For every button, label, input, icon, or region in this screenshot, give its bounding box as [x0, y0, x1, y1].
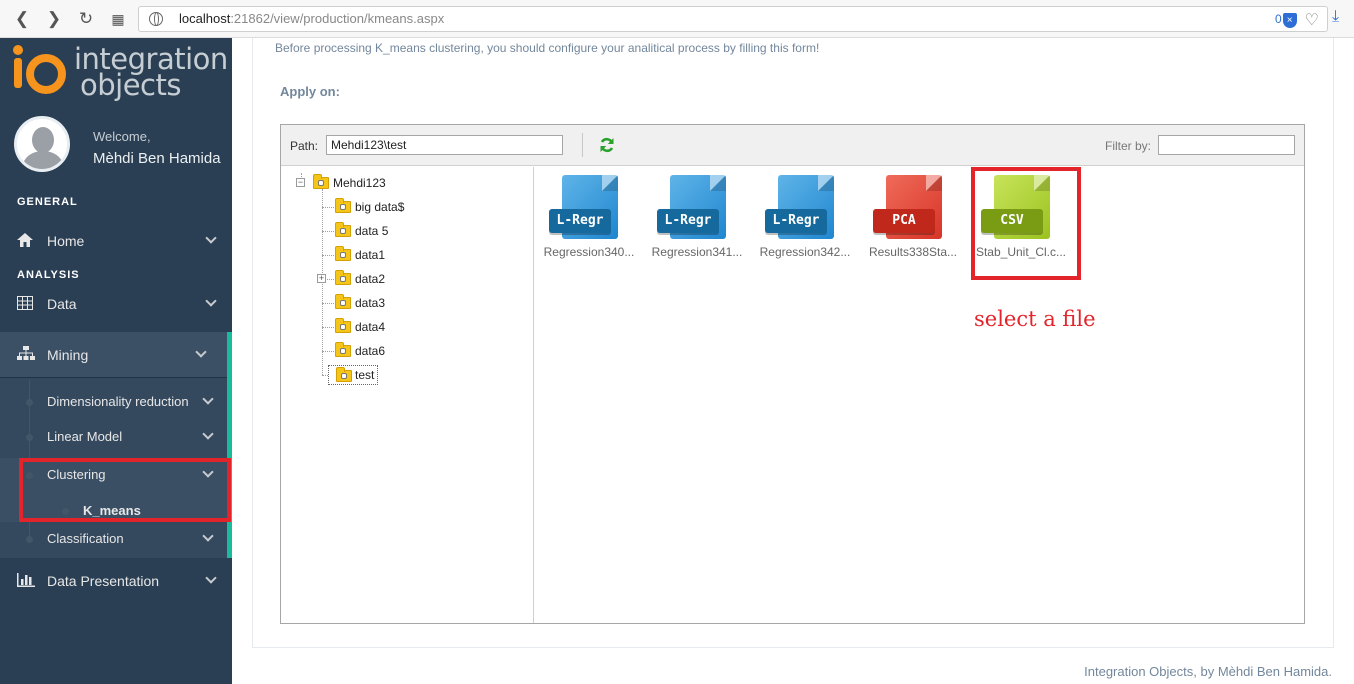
tree-node[interactable]: data2	[335, 270, 385, 288]
chevron-down-icon	[202, 393, 214, 405]
tree-node[interactable]: data3	[335, 294, 385, 312]
file-item[interactable]: L-Regr Regression340...	[539, 175, 639, 275]
select-file-annotation: select a file	[974, 307, 1096, 331]
avatar[interactable]	[14, 116, 70, 172]
mining-submenu-tail: Classification	[0, 522, 232, 558]
tree-node[interactable]: data 5	[335, 222, 388, 240]
reload-icon[interactable]: ↻	[76, 9, 96, 29]
sidebar-item-classification[interactable]: Classification	[0, 522, 227, 556]
path-label: Path:	[290, 139, 319, 153]
collapse-toggle-icon[interactable]: −	[296, 178, 305, 187]
tree-node[interactable]: data4	[335, 318, 385, 336]
sidebar-item-linear-model[interactable]: Linear Model	[0, 420, 227, 454]
sidebar-item-dimensionality-reduction[interactable]: Dimensionality reduction	[0, 385, 227, 419]
tree-node[interactable]: big data$	[335, 198, 404, 216]
sidebar-item-mining[interactable]: Mining	[0, 332, 227, 377]
refresh-icon[interactable]	[599, 137, 615, 153]
sitemap-icon	[17, 346, 35, 365]
username: Mèhdi Ben Hamida	[93, 150, 221, 167]
sidebar-item-home[interactable]: Home	[0, 224, 232, 258]
chevron-down-icon	[205, 572, 217, 584]
brand-logo[interactable]: integration objects	[10, 42, 228, 104]
home-icon	[17, 233, 35, 249]
sidebar: integration objects Welcome, Mèhdi Ben H…	[0, 38, 232, 684]
main-content: Before processing K_means clustering, yo…	[232, 38, 1354, 684]
footer-text: Integration Objects, by Mèhdi Ben Hamida…	[1084, 664, 1332, 679]
browser-toolbar: ❮ ❯ ↻ ▦ localhost:21862/view/production/…	[0, 0, 1354, 38]
apps-grid-icon[interactable]: ▦	[108, 9, 128, 29]
chevron-down-icon	[205, 295, 217, 307]
expand-toggle-icon[interactable]: +	[317, 274, 326, 283]
sidebar-item-data[interactable]: Data	[0, 287, 232, 321]
table-icon	[17, 296, 35, 312]
chevron-down-icon	[205, 232, 217, 244]
sidebar-item-data-presentation[interactable]: Data Presentation	[0, 564, 232, 598]
back-arrow-icon[interactable]: ❮	[12, 9, 32, 29]
io-logo-icon	[13, 45, 66, 94]
file-item[interactable]: L-Regr Regression342...	[755, 175, 855, 275]
file-item[interactable]: L-Regr Regression341...	[647, 175, 747, 275]
intro-text: Before processing K_means clustering, yo…	[275, 41, 820, 55]
welcome-text: Welcome,	[93, 129, 151, 144]
shield-icon: ×	[1282, 12, 1297, 28]
explorer-toolbar: Path: Mehdi123\test Filter by:	[281, 125, 1304, 166]
address-bar[interactable]: localhost:21862/view/production/kmeans.a…	[138, 6, 1328, 32]
section-analysis: ANALYSIS	[17, 269, 80, 281]
chevron-down-icon	[202, 530, 214, 542]
folder-tree: − Mehdi123 big data$ data 5 data1 + data…	[281, 167, 534, 623]
bar-chart-icon	[17, 573, 35, 589]
apply-on-label: Apply on:	[280, 84, 340, 99]
file-highlight-box	[971, 167, 1081, 280]
url-text: localhost:21862/view/production/kmeans.a…	[179, 11, 445, 26]
chevron-down-icon	[195, 346, 207, 358]
file-explorer: Path: Mehdi123\test Filter by: − Mehdi12…	[280, 124, 1305, 624]
tree-node-root[interactable]: Mehdi123	[313, 174, 386, 192]
logo-wordmark: integration objects	[74, 42, 228, 102]
filter-label: Filter by:	[1105, 139, 1152, 153]
tree-node[interactable]: data6	[335, 342, 385, 360]
globe-icon	[149, 12, 163, 26]
tracker-counter[interactable]: 0 × ♡	[1275, 10, 1319, 30]
chevron-down-icon	[202, 428, 214, 440]
filter-input[interactable]	[1158, 135, 1295, 155]
forward-arrow-icon[interactable]: ❯	[44, 9, 64, 29]
file-grid: L-Regr Regression340... L-Regr Regressio…	[535, 167, 1304, 623]
path-input[interactable]: Mehdi123\test	[326, 135, 563, 155]
tree-node-selected[interactable]: test	[328, 365, 379, 385]
tree-node[interactable]: data1	[335, 246, 385, 264]
section-general: GENERAL	[17, 196, 78, 208]
heart-icon[interactable]: ♡	[1305, 10, 1319, 30]
clustering-highlight-box	[19, 458, 231, 522]
download-icon[interactable]: ⤓	[1332, 8, 1350, 28]
file-item[interactable]: PCA Results338Sta...	[863, 175, 963, 275]
